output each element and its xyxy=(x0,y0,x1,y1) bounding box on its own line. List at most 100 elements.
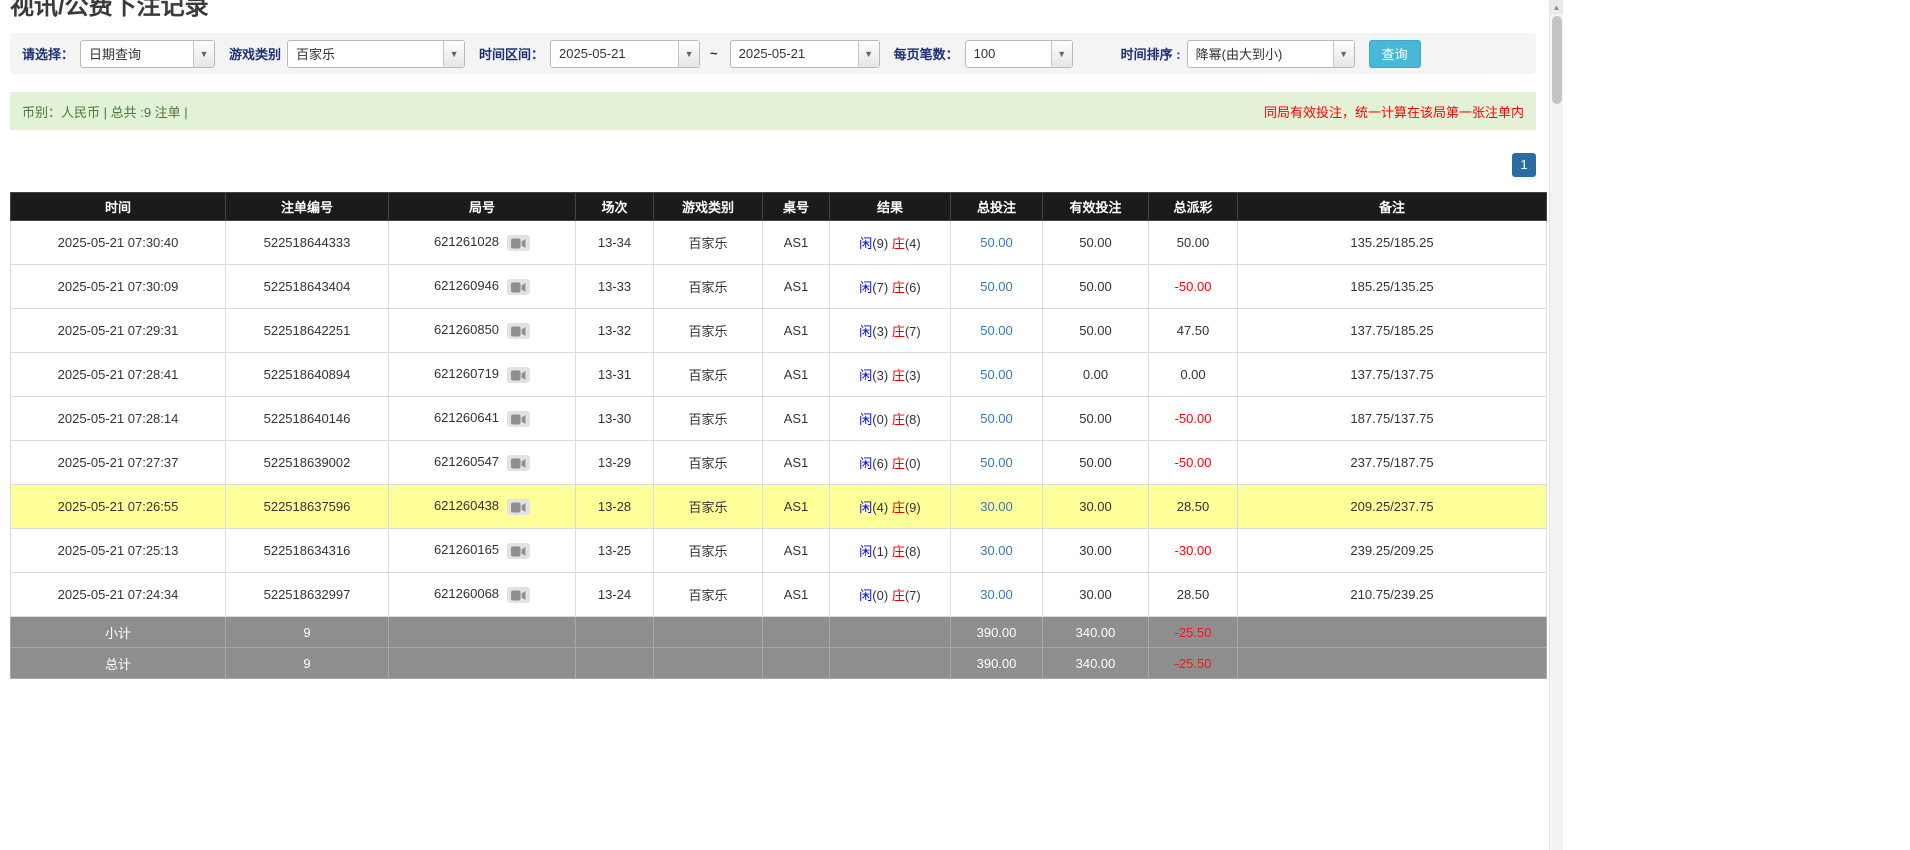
bet-id-cell: 522518632997 xyxy=(226,573,389,617)
session-cell: 13-30 xyxy=(576,397,654,441)
total-bet-link[interactable]: 50.00 xyxy=(980,411,1013,426)
player-result-label: 闲 xyxy=(859,544,872,559)
total-bet-link[interactable]: 30.00 xyxy=(980,587,1013,602)
query-type-select[interactable]: 日期查询 ▼ xyxy=(80,40,215,68)
banker-result-label: 庄 xyxy=(892,324,905,339)
summary-payout: -25.50 xyxy=(1149,648,1238,679)
payout-cell: 28.50 xyxy=(1149,573,1238,617)
column-header: 总派彩 xyxy=(1149,193,1238,221)
per-page-select[interactable]: 100 ▼ xyxy=(965,40,1073,68)
table-row: 2025-05-21 07:30:40522518644333621261028… xyxy=(11,221,1547,265)
summary-valid-bet: 340.00 xyxy=(1043,617,1149,648)
total-bet-cell: 50.00 xyxy=(951,265,1043,309)
summary-empty-cell xyxy=(1238,648,1547,679)
total-bet-cell: 50.00 xyxy=(951,397,1043,441)
result-cell: 闲(0) 庄(7) xyxy=(830,573,951,617)
summary-count: 9 xyxy=(226,617,389,648)
round-cell: 621260068 xyxy=(389,573,576,617)
video-replay-icon[interactable] xyxy=(507,279,530,295)
table-row: 2025-05-21 07:27:37522518639002621260547… xyxy=(11,441,1547,485)
total-bet-link[interactable]: 50.00 xyxy=(980,279,1013,294)
chevron-down-icon[interactable]: ▼ xyxy=(443,41,464,67)
game-category-cell: 百家乐 xyxy=(654,309,763,353)
vertical-scrollbar[interactable]: ▲ xyxy=(1549,0,1563,850)
valid-bet-cell: 30.00 xyxy=(1043,485,1149,529)
player-score: (3) xyxy=(872,324,888,339)
video-replay-icon[interactable] xyxy=(507,411,530,427)
player-score: (3) xyxy=(872,368,888,383)
round-number: 621260641 xyxy=(434,410,499,425)
table-no-cell: AS1 xyxy=(763,265,830,309)
round-number: 621260946 xyxy=(434,278,499,293)
game-category-cell: 百家乐 xyxy=(654,529,763,573)
total-bet-link[interactable]: 50.00 xyxy=(980,367,1013,382)
payout-cell: -50.00 xyxy=(1149,265,1238,309)
chevron-down-icon[interactable]: ▼ xyxy=(1333,41,1354,67)
note-cell: 137.75/185.25 xyxy=(1238,309,1547,353)
valid-bet-cell: 50.00 xyxy=(1043,221,1149,265)
round-cell: 621260850 xyxy=(389,309,576,353)
video-replay-icon[interactable] xyxy=(507,367,530,383)
table-header-row: 时间注单编号局号场次游戏类别桌号结果总投注有效投注总派彩备注 xyxy=(11,193,1547,221)
time-cell: 2025-05-21 07:28:14 xyxy=(11,397,226,441)
valid-bet-cell: 30.00 xyxy=(1043,573,1149,617)
search-button[interactable]: 查询 xyxy=(1369,40,1421,68)
column-header: 有效投注 xyxy=(1043,193,1149,221)
video-replay-icon[interactable] xyxy=(507,587,530,603)
note-cell: 209.25/237.75 xyxy=(1238,485,1547,529)
date-from-select[interactable]: 2025-05-21 ▼ xyxy=(550,40,700,68)
summary-total-bet: 390.00 xyxy=(951,648,1043,679)
chevron-down-icon[interactable]: ▼ xyxy=(858,41,879,67)
date-from-value: 2025-05-21 xyxy=(551,41,678,67)
banker-score: (7) xyxy=(905,324,921,339)
payout-cell: 0.00 xyxy=(1149,353,1238,397)
payout-cell: 47.50 xyxy=(1149,309,1238,353)
payout-cell: -50.00 xyxy=(1149,397,1238,441)
total-bet-link[interactable]: 50.00 xyxy=(980,235,1013,250)
total-bet-link[interactable]: 30.00 xyxy=(980,543,1013,558)
video-replay-icon[interactable] xyxy=(507,235,530,251)
bet-records-table: 时间注单编号局号场次游戏类别桌号结果总投注有效投注总派彩备注 2025-05-2… xyxy=(10,192,1547,679)
summary-label: 小计 xyxy=(11,617,226,648)
total-bet-link[interactable]: 50.00 xyxy=(980,323,1013,338)
session-cell: 13-34 xyxy=(576,221,654,265)
chevron-down-icon[interactable]: ▼ xyxy=(678,41,699,67)
game-category-cell: 百家乐 xyxy=(654,441,763,485)
time-sort-value: 降幂(由大到小) xyxy=(1188,41,1333,67)
scroll-up-arrow-icon[interactable]: ▲ xyxy=(1550,0,1563,14)
banker-result-label: 庄 xyxy=(892,500,905,515)
chevron-down-icon[interactable]: ▼ xyxy=(1051,41,1072,67)
valid-bet-cell: 50.00 xyxy=(1043,265,1149,309)
summary-empty-cell xyxy=(1238,617,1547,648)
date-to-select[interactable]: 2025-05-21 ▼ xyxy=(730,40,880,68)
banker-score: (7) xyxy=(905,588,921,603)
summary-empty-cell xyxy=(654,648,763,679)
summary-empty-cell xyxy=(763,617,830,648)
round-cell: 621261028 xyxy=(389,221,576,265)
result-cell: 闲(3) 庄(7) xyxy=(830,309,951,353)
player-result-label: 闲 xyxy=(859,500,872,515)
time-sort-select[interactable]: 降幂(由大到小) ▼ xyxy=(1187,40,1355,68)
subtotal-row: 小计9390.00340.00-25.50 xyxy=(11,617,1547,648)
total-bet-link[interactable]: 30.00 xyxy=(980,499,1013,514)
result-cell: 闲(3) 庄(3) xyxy=(830,353,951,397)
video-replay-icon[interactable] xyxy=(507,323,530,339)
video-replay-icon[interactable] xyxy=(507,455,530,471)
game-category-select[interactable]: 百家乐 ▼ xyxy=(287,40,465,68)
result-cell: 闲(9) 庄(4) xyxy=(830,221,951,265)
query-type-label: 请选择： xyxy=(22,44,74,63)
game-category-cell: 百家乐 xyxy=(654,353,763,397)
bet-id-cell: 522518640146 xyxy=(226,397,389,441)
summary-empty-cell xyxy=(830,617,951,648)
chevron-down-icon[interactable]: ▼ xyxy=(193,41,214,67)
total-bet-link[interactable]: 50.00 xyxy=(980,455,1013,470)
video-replay-icon[interactable] xyxy=(507,499,530,515)
banker-score: (6) xyxy=(905,280,921,295)
summary-count: 9 xyxy=(226,648,389,679)
scrollbar-thumb[interactable] xyxy=(1552,16,1562,104)
result-cell: 闲(0) 庄(8) xyxy=(830,397,951,441)
video-replay-icon[interactable] xyxy=(507,543,530,559)
payout-cell: 28.50 xyxy=(1149,485,1238,529)
page-number-button[interactable]: 1 xyxy=(1512,153,1536,177)
player-score: (0) xyxy=(872,412,888,427)
